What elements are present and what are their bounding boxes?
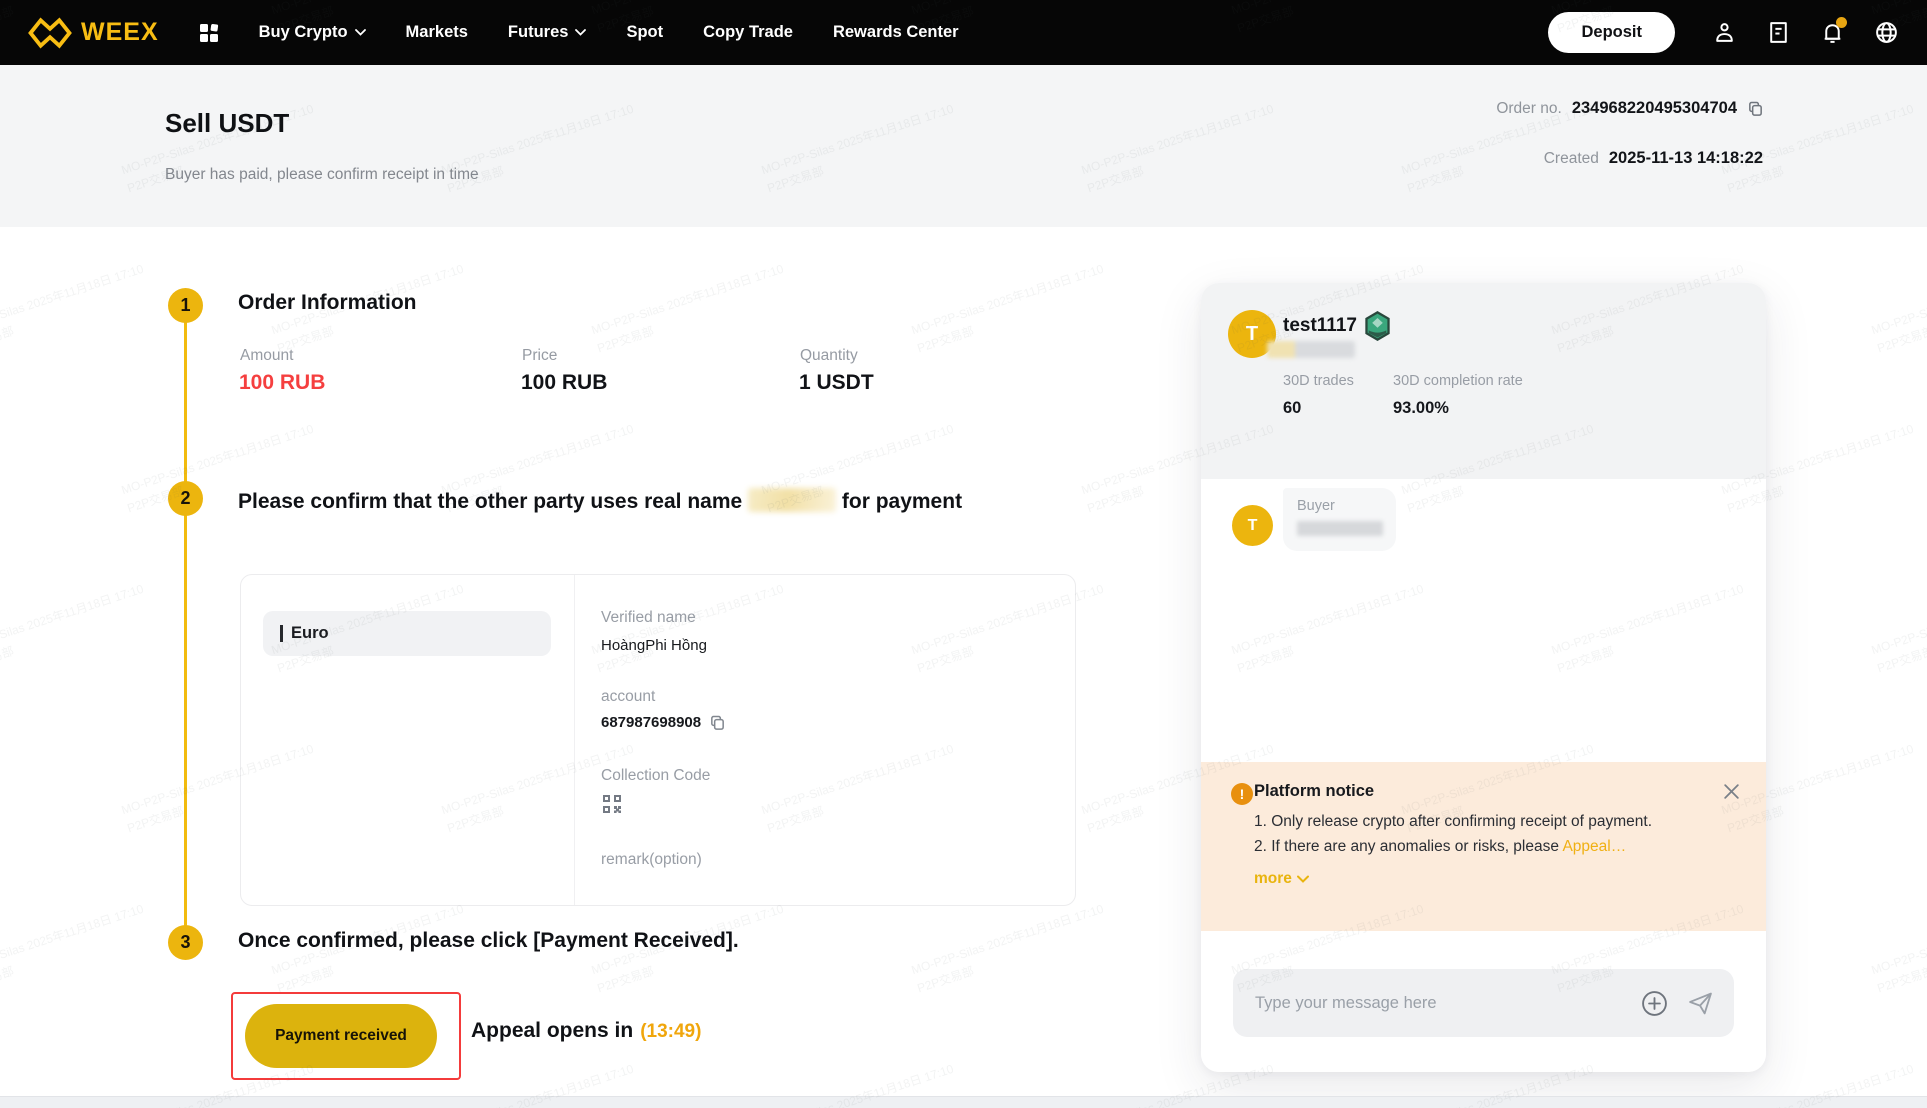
nav-item-markets[interactable]: Markets [406, 23, 468, 42]
verified-name-value: HoàngPhi Hồng [601, 637, 707, 654]
price-label: Price [522, 347, 557, 365]
redacted-counterparty-name [1267, 341, 1355, 358]
redacted-real-name [748, 488, 836, 512]
order-number-value: 234968220495304704 [1572, 99, 1737, 118]
profile-icon[interactable] [1712, 20, 1737, 45]
nav-item-copy-trade[interactable]: Copy Trade [703, 23, 793, 42]
notification-dot [1836, 17, 1847, 28]
warning-icon: ! [1231, 783, 1253, 805]
payment-method-tab-euro[interactable]: Euro [263, 611, 551, 656]
page-title: Sell USDT [165, 108, 289, 139]
redacted-message-content [1297, 521, 1383, 536]
platform-notice-body: 1. Only release crypto after confirming … [1254, 809, 1736, 859]
send-message-icon[interactable] [1687, 990, 1714, 1017]
step-3-badge: 3 [168, 925, 203, 960]
step-2-title: Please confirm that the other party uses… [238, 483, 1008, 521]
trades-30d-value: 60 [1283, 399, 1301, 418]
appeal-link[interactable]: Appeal… [1562, 838, 1626, 855]
amount-label: Amount [240, 347, 293, 365]
nav-menu: Buy Crypto Markets Futures Spot Copy Tra… [259, 23, 959, 42]
nav-item-rewards-center[interactable]: Rewards Center [833, 23, 959, 42]
collection-code-qr-icon[interactable] [601, 793, 623, 815]
notice-line-1: 1. Only release crypto after confirming … [1254, 809, 1736, 834]
trades-30d-label: 30D trades [1283, 373, 1354, 389]
created-value: 2025-11-13 14:18:22 [1609, 149, 1763, 168]
order-number-row: Order no. 234968220495304704 [1496, 99, 1764, 118]
verified-name-label: Verified name [601, 609, 696, 627]
step-1-title: Order Information [238, 291, 417, 315]
copy-account-icon[interactable] [709, 714, 726, 731]
nav-item-futures[interactable]: Futures [508, 23, 587, 42]
step-3-title: Once confirmed, please click [Payment Re… [238, 929, 739, 953]
notice-line-2: 2. If there are any anomalies or risks, … [1254, 834, 1736, 859]
step-2-badge: 2 [168, 481, 203, 516]
appeal-countdown: Appeal opens in(13:49) [471, 1019, 701, 1043]
order-status-text: Buyer has paid, please confirm receipt i… [165, 166, 479, 184]
verified-badge-icon [1364, 311, 1391, 341]
copy-order-number-icon[interactable] [1747, 100, 1764, 117]
chevron-down-icon [1297, 875, 1309, 883]
chevron-down-icon [575, 29, 586, 36]
language-globe-icon[interactable] [1874, 20, 1899, 45]
chat-messages-area: T Buyer [1201, 479, 1766, 762]
step-1-badge: 1 [168, 288, 203, 323]
chat-message-input[interactable] [1255, 994, 1622, 1013]
chevron-down-icon [355, 29, 366, 36]
account-row: 687987698908 [601, 714, 726, 731]
nav-item-spot[interactable]: Spot [626, 23, 663, 42]
page-bottom-strip [0, 1096, 1927, 1108]
counterparty-username[interactable]: test1117 [1283, 311, 1391, 341]
buyer-avatar: T [1232, 505, 1273, 546]
order-number-label: Order no. [1496, 100, 1561, 118]
payment-details-card: Euro Verified name HoàngPhi Hồng account… [240, 574, 1076, 906]
notifications-icon[interactable] [1820, 20, 1845, 45]
appeal-timer: (13:49) [640, 1021, 701, 1042]
buyer-message-bubble: Buyer [1283, 488, 1396, 551]
brand-name: WEEX [81, 18, 159, 47]
completion-rate-value: 93.00% [1393, 399, 1449, 418]
order-header: Sell USDT Buyer has paid, please confirm… [0, 65, 1927, 227]
steps-connector-line [184, 322, 187, 928]
account-value: 687987698908 [601, 714, 701, 731]
remark-label: remark(option) [601, 851, 702, 869]
platform-notice-title: Platform notice [1254, 782, 1736, 801]
payment-method-color-bar [280, 625, 283, 642]
weex-logo[interactable]: WEEX [28, 15, 159, 51]
quantity-label: Quantity [800, 347, 858, 365]
attach-plus-icon[interactable] [1641, 990, 1668, 1017]
chat-header: T test1117 30D trades 60 30D completion … [1201, 283, 1766, 479]
message-sender-label: Buyer [1297, 498, 1382, 514]
payment-received-button[interactable]: Payment received [245, 1004, 437, 1068]
platform-notice: ! Platform notice 1. Only release crypto… [1201, 762, 1766, 931]
deposit-button[interactable]: Deposit [1548, 12, 1675, 53]
orders-icon[interactable] [1766, 20, 1791, 45]
created-row: Created 2025-11-13 14:18:22 [1544, 149, 1763, 168]
top-nav: WEEX Buy Crypto Markets Futures Spot Cop… [0, 0, 1927, 65]
chat-input-box [1233, 969, 1734, 1037]
nav-right: Deposit [1548, 12, 1899, 53]
collection-code-label: Collection Code [601, 767, 710, 785]
notice-more-toggle[interactable]: more [1254, 870, 1736, 888]
apps-grid-icon[interactable] [199, 23, 219, 43]
quantity-value: 1 USDT [799, 371, 874, 395]
account-label: account [601, 688, 655, 706]
close-notice-icon[interactable] [1722, 782, 1741, 801]
chat-panel: T test1117 30D trades 60 30D completion … [1201, 283, 1766, 1072]
created-label: Created [1544, 150, 1599, 168]
completion-rate-label: 30D completion rate [1393, 373, 1523, 389]
weex-logo-icon [28, 15, 72, 51]
price-value: 100 RUB [521, 371, 607, 395]
nav-item-buy-crypto[interactable]: Buy Crypto [259, 23, 366, 42]
amount-value: 100 RUB [239, 371, 325, 395]
card-divider [574, 575, 575, 905]
chat-input-section [1201, 931, 1766, 1072]
